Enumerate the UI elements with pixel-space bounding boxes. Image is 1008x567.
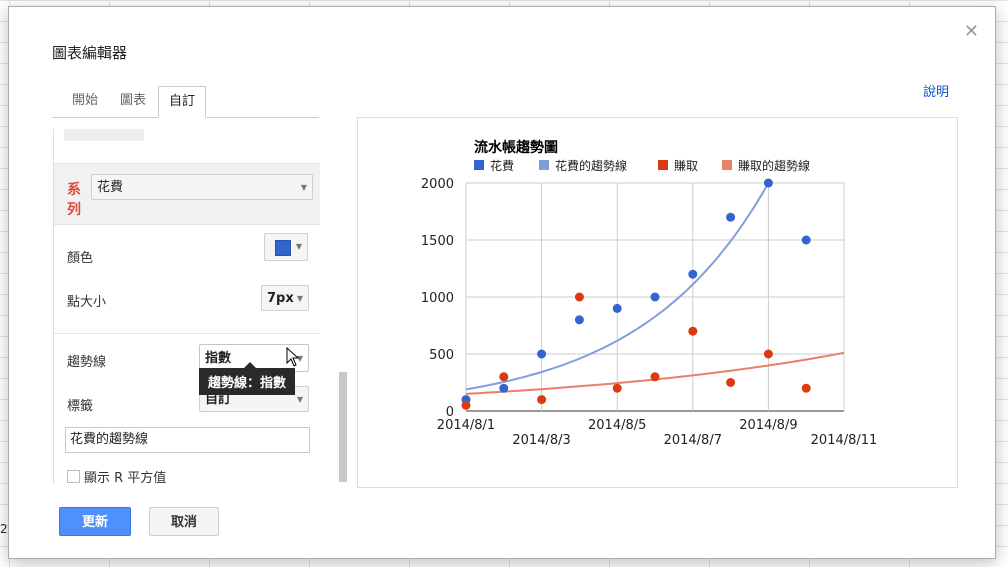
clipped-field (64, 129, 144, 141)
data-point-series-2 (726, 378, 736, 387)
y-tick-label: 500 (429, 348, 454, 363)
y-tick-label: 1000 (421, 291, 454, 306)
data-point-series-1 (801, 235, 811, 245)
legend-label: 賺取 (674, 158, 698, 173)
trendline-value: 指數 (205, 351, 232, 366)
help-link[interactable]: 說明 (923, 81, 949, 100)
y-tick-label: 2000 (421, 177, 454, 192)
color-picker-button[interactable]: ▼ (264, 233, 308, 261)
x-tick-label: 2014/8/3 (512, 433, 570, 448)
x-tick-label: 2014/8/11 (811, 433, 878, 448)
data-point-series-1 (537, 349, 547, 359)
show-r2-label: 顯示 R 平方值 (84, 471, 167, 484)
data-point-series-1 (612, 303, 622, 313)
point-size-value: 7px (267, 291, 294, 306)
chart-svg: 流水帳趨勢圖花費 花費的趨勢線 賺取 賺取的趨勢線050010001500200020… (421, 139, 878, 448)
point-size-select[interactable]: 7px ▼ (261, 285, 309, 311)
data-point-series-1 (688, 269, 698, 279)
legend-swatch (474, 160, 484, 170)
data-point-series-2 (688, 326, 698, 336)
x-tick-label: 2014/8/9 (739, 418, 797, 433)
data-point-series-2 (650, 372, 660, 382)
chevron-down-icon: ▼ (296, 294, 303, 303)
tab-start[interactable]: 開始 (62, 86, 108, 116)
series-label: 系列 (67, 182, 81, 218)
trendline-label-input[interactable]: 花費的趨勢線 (65, 427, 310, 453)
chart-preview: 流水帳趨勢圖 花費 花費的趨勢線 賺取 賺取的趨勢線 0 500 1000 1500 2000 20… (357, 117, 958, 488)
mouse-cursor-icon (286, 347, 300, 367)
trendline-tooltip: 趨勢線：指數 (199, 362, 296, 395)
legend-label: 賺取的趨勢線 (738, 158, 810, 173)
chevron-down-icon: ▼ (296, 395, 303, 404)
panel-scrollbar[interactable] (339, 372, 347, 482)
color-swatch (275, 240, 291, 256)
x-tick-label: 2014/8/1 (437, 418, 495, 433)
legend-swatch (722, 160, 732, 170)
legend-label: 花費的趨勢線 (555, 158, 627, 173)
data-point-series-1 (726, 212, 736, 222)
data-point-series-2 (612, 383, 622, 393)
data-point-series-1 (763, 178, 773, 188)
data-point-series-2 (763, 349, 773, 359)
update-button[interactable]: 更新 (59, 507, 131, 536)
legend-swatch (658, 160, 668, 170)
cancel-button[interactable]: 取消 (149, 507, 219, 536)
series-select-value: 花費 (97, 180, 124, 195)
series-select[interactable]: 花費 ▼ (91, 174, 313, 200)
trendline-label: 趨勢線 (67, 355, 107, 370)
label-label: 標籤 (67, 399, 94, 414)
legend-swatch (539, 160, 549, 170)
color-label: 顏色 (67, 251, 94, 266)
chart-title: 流水帳趨勢圖 (474, 139, 558, 156)
y-tick-label: 1500 (421, 234, 454, 249)
divider (54, 333, 320, 334)
x-tick-label: 2014/8/7 (664, 433, 722, 448)
chart-editor-dialog: 圖表編輯器 ✕ 說明 開始 圖表 自訂 系列 花費 ▼ 顏色 ▼ 點大小 7px (8, 6, 996, 559)
data-point-series-1 (499, 383, 509, 393)
data-point-series-2 (574, 292, 584, 302)
data-point-series-2 (499, 372, 509, 382)
show-r2-checkbox[interactable] (67, 470, 80, 483)
tab-charts[interactable]: 圖表 (110, 86, 156, 116)
point-size-label: 點大小 (67, 295, 107, 310)
data-point-series-2 (801, 383, 811, 393)
series-section: 系列 花費 ▼ (54, 163, 320, 225)
data-point-series-1 (574, 315, 584, 325)
data-point-series-1 (650, 292, 660, 302)
legend-label: 花費 (490, 158, 514, 173)
data-point-series-2 (537, 395, 547, 405)
tab-customize[interactable]: 自訂 (158, 86, 207, 118)
chevron-down-icon: ▼ (295, 242, 302, 251)
dialog-title: 圖表編輯器 (52, 44, 128, 62)
chevron-down-icon: ▼ (300, 183, 307, 192)
data-point-series-2 (461, 400, 471, 410)
customize-panel: 系列 花費 ▼ 顏色 ▼ 點大小 7px ▼ 趨勢線 指數 ▼ 標籤 自訂 ▼ … (53, 129, 320, 484)
close-icon[interactable]: ✕ (964, 21, 979, 42)
editor-tabs: 開始 圖表 自訂 (52, 86, 319, 118)
x-tick-label: 2014/8/5 (588, 418, 646, 433)
